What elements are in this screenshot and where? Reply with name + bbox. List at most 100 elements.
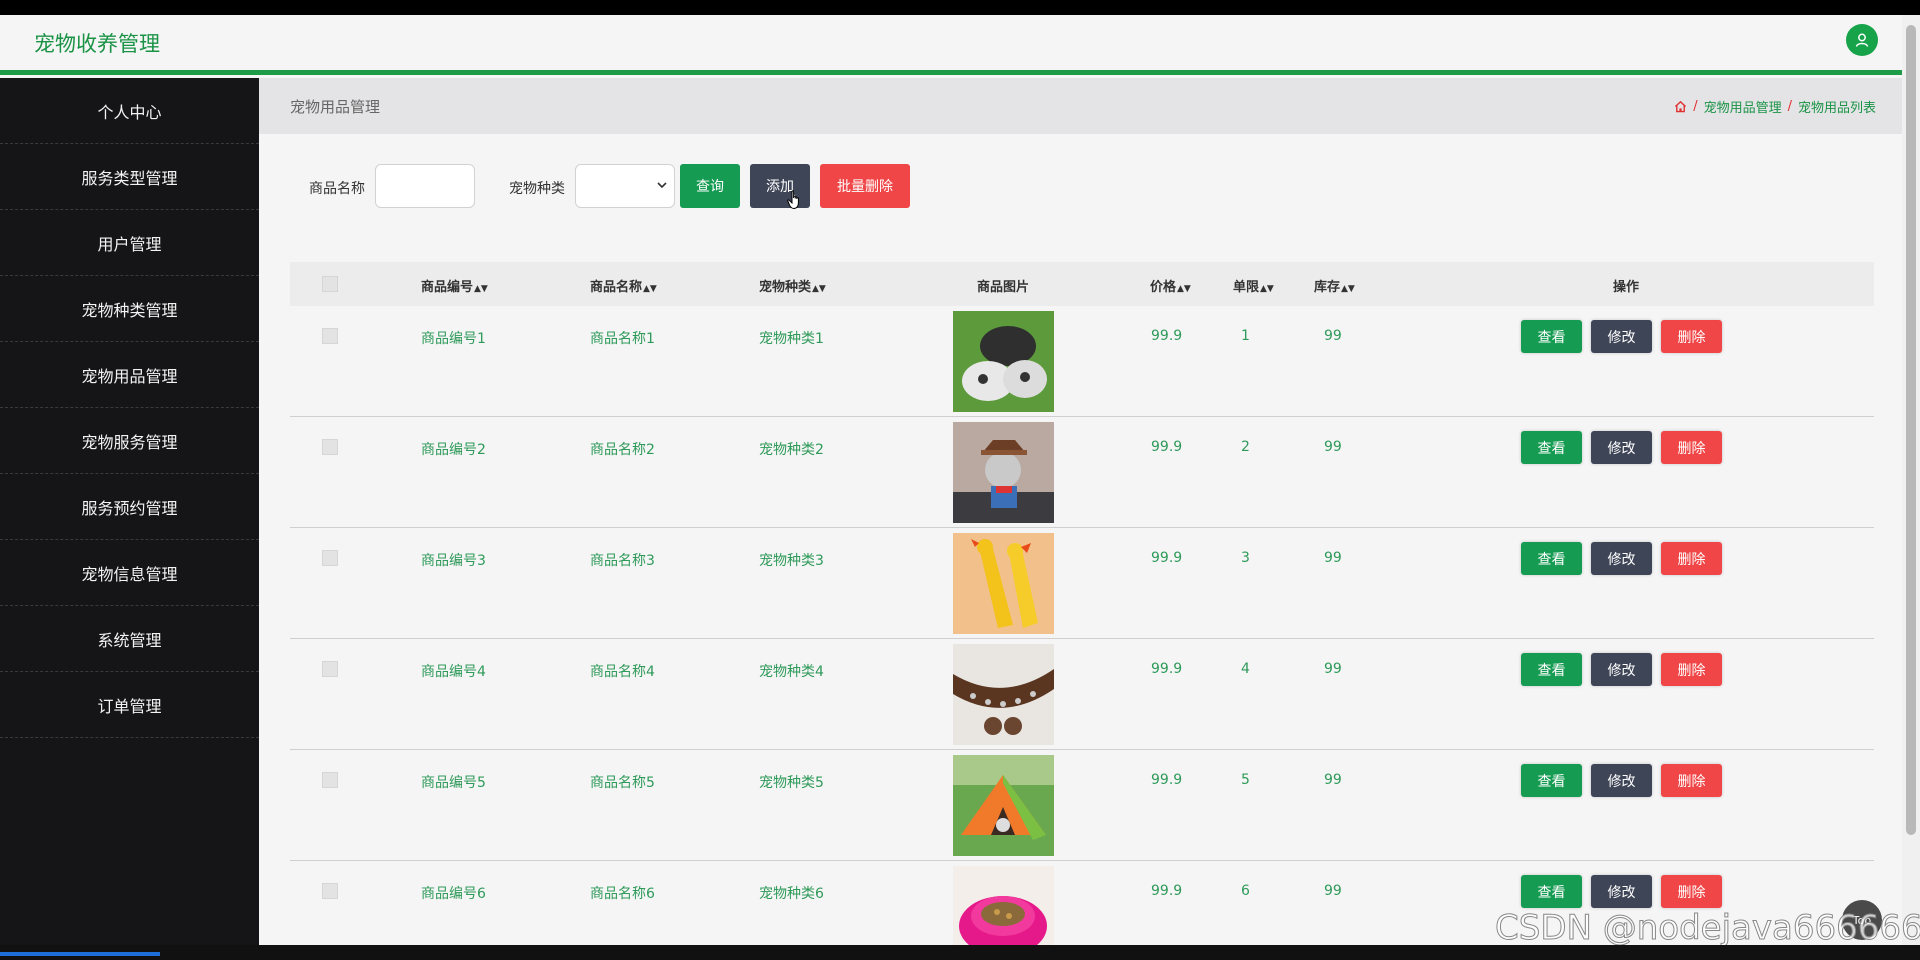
select-all-checkbox[interactable] bbox=[322, 276, 338, 292]
product-image-pet-bowl bbox=[953, 866, 1054, 945]
product-name-label: 商品名称 bbox=[309, 181, 365, 197]
header-stock[interactable]: 库存▲▼ bbox=[1314, 276, 1355, 295]
sidebar-item-pet-info[interactable]: 宠物信息管理 bbox=[0, 540, 259, 606]
product-image-rubber-chicken bbox=[953, 533, 1054, 634]
product-image-pet-tent bbox=[953, 755, 1054, 856]
edit-button[interactable]: 修改 bbox=[1591, 764, 1652, 797]
sort-icon: ▲▼ bbox=[1177, 284, 1191, 294]
table-row: 商品编号4 商品名称4 宠物种类4 99.9 4 99 查看 修改 删除 bbox=[290, 639, 1874, 750]
header-product-name[interactable]: 商品名称▲▼ bbox=[590, 276, 657, 295]
view-button[interactable]: 查看 bbox=[1521, 542, 1582, 575]
query-button[interactable]: 查询 bbox=[680, 164, 740, 208]
product-image-slippers bbox=[953, 311, 1054, 412]
delete-button[interactable]: 删除 bbox=[1661, 653, 1722, 686]
loading-progress bbox=[0, 952, 160, 956]
sidebar-item-orders[interactable]: 订单管理 bbox=[0, 672, 259, 738]
edit-button[interactable]: 修改 bbox=[1591, 431, 1652, 464]
view-button[interactable]: 查看 bbox=[1521, 764, 1582, 797]
sidebar-item-label: 宠物种类管理 bbox=[81, 300, 178, 320]
product-image-cat-costume bbox=[953, 422, 1054, 523]
sidebar-item-label: 用户管理 bbox=[97, 234, 162, 254]
cell-stock: 99 bbox=[1324, 328, 1342, 344]
header-pet-type[interactable]: 宠物种类▲▼ bbox=[759, 276, 826, 295]
delete-button[interactable]: 删除 bbox=[1661, 431, 1722, 464]
sidebar-item-system[interactable]: 系统管理 bbox=[0, 606, 259, 672]
edit-button[interactable]: 修改 bbox=[1591, 542, 1652, 575]
header-product-code[interactable]: 商品编号▲▼ bbox=[421, 276, 488, 295]
table-row: 商品编号1 商品名称1 宠物种类1 99.9 1 99 查看 修改 删除 bbox=[290, 306, 1874, 417]
cell-pet-type: 宠物种类4 bbox=[759, 664, 824, 680]
cell-product-name: 商品名称1 bbox=[590, 331, 655, 347]
home-icon[interactable] bbox=[1674, 100, 1687, 113]
row-checkbox[interactable] bbox=[322, 883, 338, 899]
cell-stock: 99 bbox=[1324, 550, 1342, 566]
cell-pet-type: 宠物种类6 bbox=[759, 886, 824, 902]
user-icon bbox=[1855, 33, 1869, 47]
view-button[interactable]: 查看 bbox=[1521, 320, 1582, 353]
sidebar-item-service-booking[interactable]: 服务预约管理 bbox=[0, 474, 259, 540]
row-checkbox[interactable] bbox=[322, 772, 338, 788]
breadcrumb-separator: / bbox=[1693, 99, 1698, 114]
breadcrumb: / 宠物用品管理 / 宠物用品列表 bbox=[1674, 97, 1876, 116]
sidebar-item-label: 服务类型管理 bbox=[81, 168, 178, 188]
sidebar-item-pet-services[interactable]: 宠物服务管理 bbox=[0, 408, 259, 474]
breadcrumb-bar: 宠物用品管理 / 宠物用品管理 / 宠物用品列表 bbox=[259, 78, 1902, 134]
cell-limit: 6 bbox=[1241, 883, 1250, 899]
bottom-bar bbox=[0, 945, 1920, 960]
sidebar-item-personal-center[interactable]: 个人中心 bbox=[0, 78, 259, 144]
sidebar-item-label: 宠物服务管理 bbox=[81, 432, 178, 452]
cell-product-code: 商品编号4 bbox=[421, 664, 486, 680]
cell-product-name: 商品名称4 bbox=[590, 664, 655, 680]
breadcrumb-separator: / bbox=[1787, 99, 1792, 114]
edit-button[interactable]: 修改 bbox=[1591, 875, 1652, 908]
cell-limit: 4 bbox=[1241, 661, 1250, 677]
delete-button[interactable]: 删除 bbox=[1661, 320, 1722, 353]
breadcrumb-item-supplies-list: 宠物用品列表 bbox=[1797, 101, 1876, 116]
cell-price: 99.9 bbox=[1151, 550, 1183, 566]
user-avatar[interactable] bbox=[1846, 24, 1878, 56]
cell-stock: 99 bbox=[1324, 661, 1342, 677]
edit-button[interactable]: 修改 bbox=[1591, 653, 1652, 686]
scrollbar-thumb[interactable] bbox=[1906, 25, 1916, 835]
hand-cursor-icon bbox=[787, 190, 799, 210]
sidebar-item-service-types[interactable]: 服务类型管理 bbox=[0, 144, 259, 210]
cell-price: 99.9 bbox=[1151, 439, 1183, 455]
pet-type-select[interactable] bbox=[575, 164, 675, 208]
sidebar-item-label: 个人中心 bbox=[97, 102, 162, 122]
product-name-input[interactable] bbox=[375, 164, 475, 208]
sort-icon: ▲▼ bbox=[1341, 284, 1355, 294]
sidebar-item-pet-supplies[interactable]: 宠物用品管理 bbox=[0, 342, 259, 408]
sort-icon: ▲▼ bbox=[1260, 284, 1274, 294]
row-checkbox[interactable] bbox=[322, 550, 338, 566]
product-image-collar bbox=[953, 644, 1054, 745]
row-checkbox[interactable] bbox=[322, 661, 338, 677]
sort-icon: ▲▼ bbox=[812, 284, 826, 294]
app-title: 宠物收养管理 bbox=[34, 32, 160, 56]
cell-product-code: 商品编号6 bbox=[421, 886, 486, 902]
delete-button[interactable]: 删除 bbox=[1661, 875, 1722, 908]
cell-limit: 5 bbox=[1241, 772, 1250, 788]
cell-stock: 99 bbox=[1324, 883, 1342, 899]
sidebar-item-users[interactable]: 用户管理 bbox=[0, 210, 259, 276]
header-actions: 操作 bbox=[1613, 280, 1640, 295]
top-header: 宠物收养管理 bbox=[0, 15, 1902, 75]
supplies-table: 商品编号▲▼ 商品名称▲▼ 宠物种类▲▼ 商品图片 价格▲▼ 单限▲▼ 库存▲▼… bbox=[290, 262, 1874, 945]
view-button[interactable]: 查看 bbox=[1521, 431, 1582, 464]
view-button[interactable]: 查看 bbox=[1521, 875, 1582, 908]
header-price[interactable]: 价格▲▼ bbox=[1150, 276, 1191, 295]
cell-product-name: 商品名称3 bbox=[590, 553, 655, 569]
breadcrumb-item-supplies-management[interactable]: 宠物用品管理 bbox=[1704, 97, 1782, 116]
cell-product-code: 商品编号3 bbox=[421, 553, 486, 569]
delete-button[interactable]: 删除 bbox=[1661, 542, 1722, 575]
batch-delete-button[interactable]: 批量删除 bbox=[820, 164, 910, 208]
header-limit[interactable]: 单限▲▼ bbox=[1233, 276, 1274, 295]
row-checkbox[interactable] bbox=[322, 439, 338, 455]
sidebar-item-pet-categories[interactable]: 宠物种类管理 bbox=[0, 276, 259, 342]
cell-pet-type: 宠物种类5 bbox=[759, 775, 824, 791]
sidebar-item-label: 系统管理 bbox=[97, 630, 162, 650]
cell-stock: 99 bbox=[1324, 772, 1342, 788]
row-checkbox[interactable] bbox=[322, 328, 338, 344]
edit-button[interactable]: 修改 bbox=[1591, 320, 1652, 353]
delete-button[interactable]: 删除 bbox=[1661, 764, 1722, 797]
view-button[interactable]: 查看 bbox=[1521, 653, 1582, 686]
